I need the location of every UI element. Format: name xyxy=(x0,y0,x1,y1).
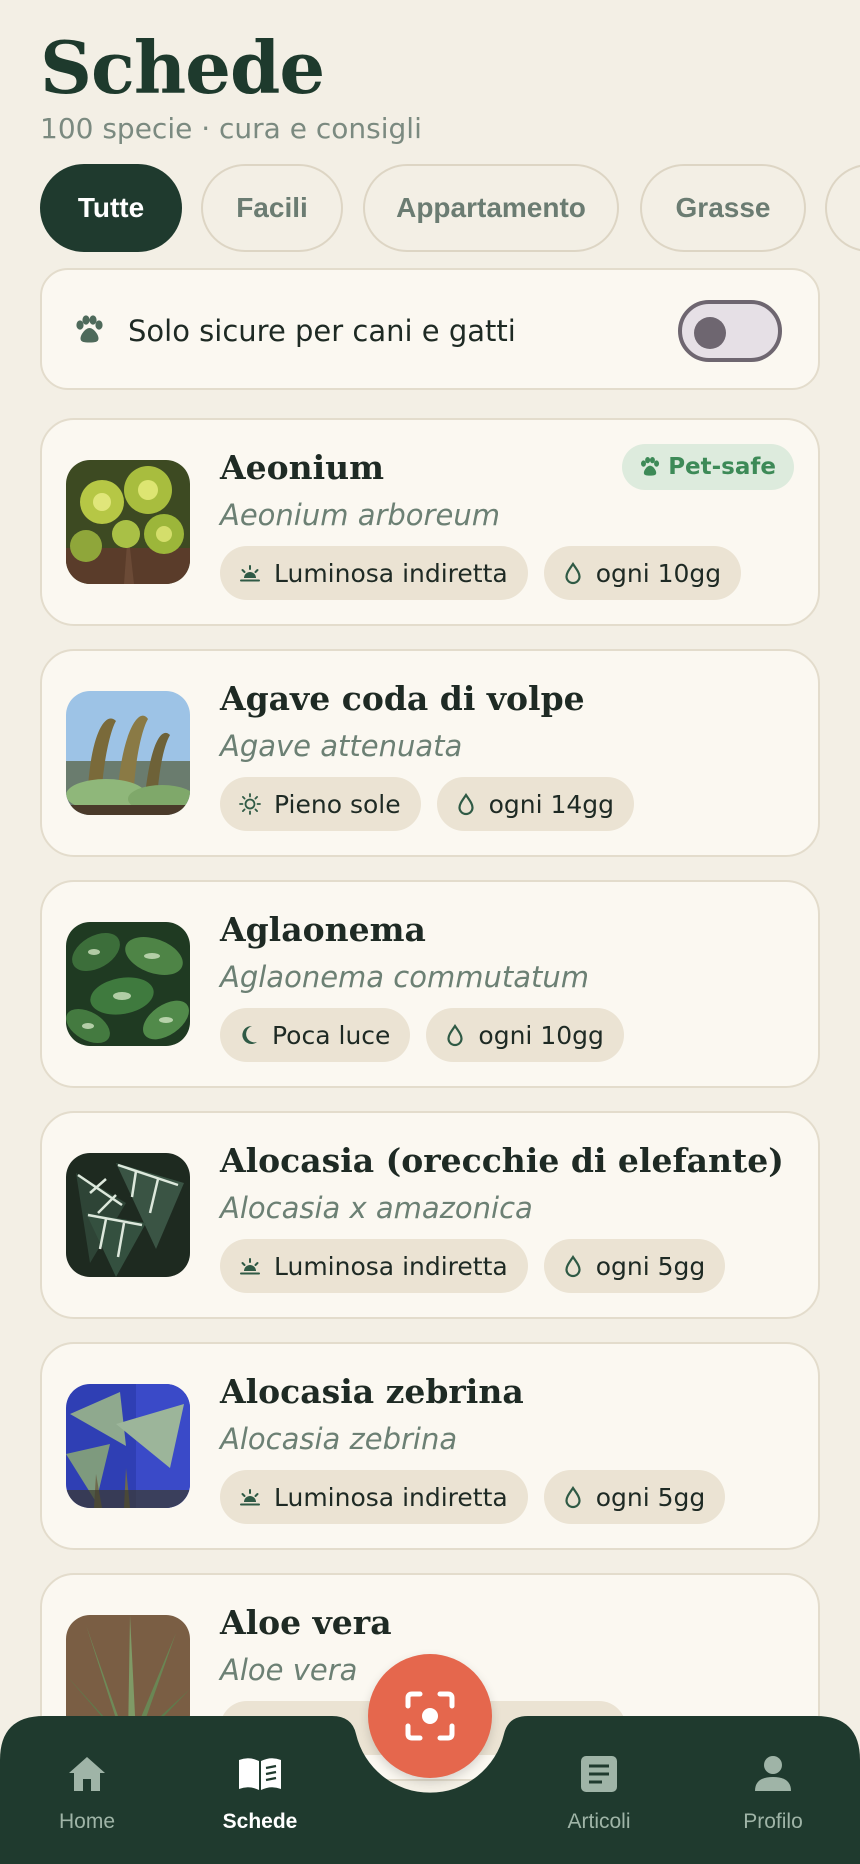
light-tag-label: Poca luce xyxy=(272,1020,391,1050)
plant-scientific-name: Aeonium arboreum xyxy=(220,498,500,532)
plant-thumbnail xyxy=(66,460,190,584)
pet-safe-badge: Pet-safe xyxy=(622,444,794,490)
page-title: Schede xyxy=(40,25,325,110)
home-icon xyxy=(69,1757,105,1791)
plant-scientific-name: Alocasia zebrina xyxy=(220,1422,458,1456)
water-drop-icon xyxy=(565,562,581,585)
plant-thumbnail xyxy=(66,691,190,815)
sunrise-icon xyxy=(240,1258,260,1275)
filter-chip-grasse[interactable]: Grasse xyxy=(640,164,806,252)
plant-name: Aglaonema xyxy=(220,910,426,949)
nav-home-label: Home xyxy=(58,1810,116,1833)
plant-name: Alocasia zebrina xyxy=(220,1372,524,1411)
light-tag-label: Luminosa indiretta xyxy=(274,1251,508,1281)
filter-chips: Tutte Facili Appartamento Grasse xyxy=(40,164,860,254)
water-tag-label: ogni 5gg xyxy=(595,1482,706,1512)
book-icon xyxy=(239,1758,281,1790)
nav-articoli-label: Articoli xyxy=(567,1810,631,1833)
nav-schede-label: Schede xyxy=(222,1810,298,1833)
nav-profilo-label: Profilo xyxy=(743,1810,803,1833)
light-tag-label: Luminosa indiretta xyxy=(274,1482,508,1512)
water-drop-icon xyxy=(447,1024,464,1047)
nav-profilo[interactable]: Profilo xyxy=(713,1752,833,1834)
plant-name: Aloe vera xyxy=(220,1603,392,1642)
sun-icon xyxy=(239,793,261,815)
pet-safe-switch[interactable] xyxy=(678,300,782,362)
page-subtitle: 100 specie · cura e consigli xyxy=(40,112,422,145)
paw-icon xyxy=(72,314,104,350)
light-tag: Luminosa indiretta xyxy=(220,546,528,600)
plant-thumbnail xyxy=(66,1384,190,1508)
scan-plant-button[interactable] xyxy=(368,1654,492,1778)
plant-thumbnail xyxy=(66,1153,190,1277)
light-tag: Pieno sole xyxy=(220,777,421,831)
plant-thumbnail xyxy=(66,922,190,1046)
plant-name: Alocasia (orecchie di elefante) xyxy=(220,1141,784,1180)
water-tag: ogni 5gg xyxy=(543,1470,726,1524)
filter-chip-more[interactable] xyxy=(825,164,860,252)
person-icon xyxy=(755,1756,791,1791)
filter-chip-appartamento[interactable]: Appartamento xyxy=(363,164,619,252)
moon-icon xyxy=(242,1025,257,1044)
light-tag: Luminosa indiretta xyxy=(220,1239,528,1293)
article-icon xyxy=(581,1756,617,1792)
plant-name: Agave coda di volpe xyxy=(220,679,585,718)
plant-name: Aeonium xyxy=(220,448,385,487)
water-tag: ogni 14gg xyxy=(436,777,635,831)
water-drop-icon xyxy=(457,793,474,816)
water-tag-label: ogni 10gg xyxy=(595,558,722,588)
plant-card-aeonium[interactable]: Aeonium Pet-safe Aeonium arboreum Lumino… xyxy=(40,418,820,626)
paw-icon xyxy=(641,456,660,476)
water-drop-icon xyxy=(565,1255,581,1278)
water-tag: ogni 10gg xyxy=(543,546,742,600)
light-tag: Luminosa indiretta xyxy=(220,1470,528,1524)
scan-icon xyxy=(405,1691,455,1741)
plant-card-alocasia-zebrina[interactable]: Alocasia zebrina Alocasia zebrina Lumino… xyxy=(40,1342,820,1550)
plant-card-agave[interactable]: Agave coda di volpe Agave attenuata Pien… xyxy=(40,649,820,857)
plant-scientific-name: Alocasia x amazonica xyxy=(220,1191,533,1225)
pet-safe-badge-label: Pet-safe xyxy=(668,454,776,480)
pet-safe-filter-label: Solo sicure per cani e gatti xyxy=(128,314,516,348)
nav-home[interactable]: Home xyxy=(27,1752,147,1834)
light-tag-label: Pieno sole xyxy=(274,789,401,819)
water-tag: ogni 10gg xyxy=(426,1008,624,1062)
nav-schede[interactable]: Schede xyxy=(200,1752,320,1834)
light-tag-label: Luminosa indiretta xyxy=(274,558,508,588)
filter-chip-facili[interactable]: Facili xyxy=(201,164,343,252)
plant-card-alocasia[interactable]: Alocasia (orecchie di elefante) Alocasia… xyxy=(40,1111,820,1319)
plant-scientific-name: Aloe vera xyxy=(220,1653,358,1687)
switch-knob xyxy=(694,317,726,349)
water-tag-label: ogni 10gg xyxy=(478,1020,604,1050)
nav-articoli[interactable]: Articoli xyxy=(539,1752,659,1834)
plant-scientific-name: Agave attenuata xyxy=(220,729,463,763)
sunrise-icon xyxy=(240,1489,260,1506)
water-tag-label: ogni 14gg xyxy=(488,789,615,819)
pet-safe-filter: Solo sicure per cani e gatti xyxy=(40,268,820,390)
light-tag: Poca luce xyxy=(220,1008,411,1062)
plant-scientific-name: Aglaonema commutatum xyxy=(220,960,589,994)
filter-chip-tutte[interactable]: Tutte xyxy=(40,164,182,252)
plant-card-aglaonema[interactable]: Aglaonema Aglaonema commutatum Poca luce… xyxy=(40,880,820,1088)
water-drop-icon xyxy=(565,1486,581,1509)
sunrise-icon xyxy=(240,565,260,582)
water-tag: ogni 5gg xyxy=(543,1239,726,1293)
water-tag-label: ogni 5gg xyxy=(595,1251,706,1281)
